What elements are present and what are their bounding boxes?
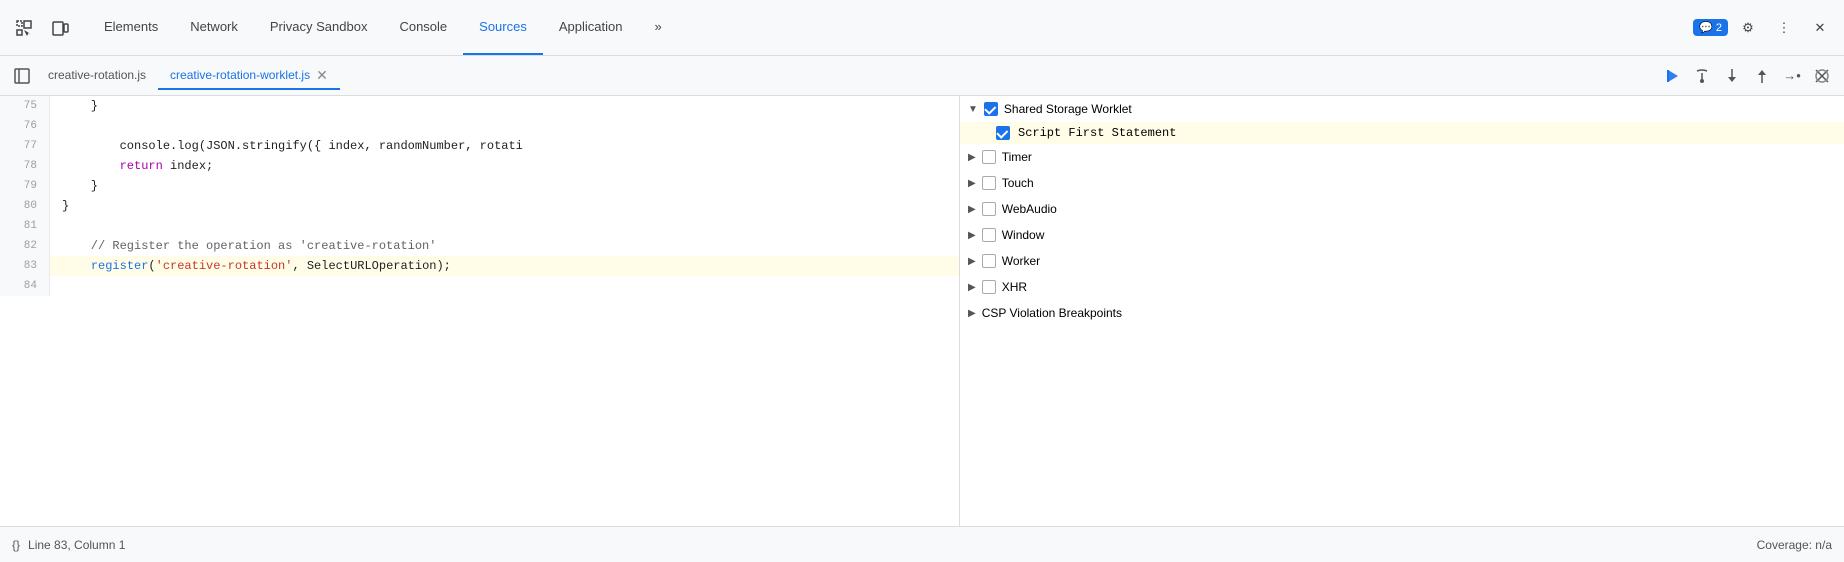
checkbox-webaudio[interactable] [982,202,996,216]
bp-category-csp-violation[interactable]: ▶ CSP Violation Breakpoints [960,300,1844,326]
bp-item-script-first-statement[interactable]: Script First Statement [960,122,1844,144]
tab-application[interactable]: Application [543,0,639,55]
debug-controls: →• [1658,62,1836,90]
expand-triangle-down: ▼ [968,104,978,115]
close-tab-btn[interactable]: ✕ [316,68,328,82]
expand-triangle-xhr: ▶ [968,282,976,293]
expand-triangle-touch: ▶ [968,178,976,189]
device-toggle-icon[interactable] [44,12,76,44]
code-line-76: 76 [0,116,959,136]
code-lines: 75 } 76 77 console.log(JSON.stringify({ … [0,96,959,296]
file-tab-creative-rotation-js[interactable]: creative-rotation.js [36,62,158,90]
close-icon[interactable]: ✕ [1804,12,1836,44]
expand-triangle-worker: ▶ [968,256,976,267]
file-tab-creative-rotation-worklet-js[interactable]: creative-rotation-worklet.js ✕ [158,62,340,90]
cursor-position: Line 83, Column 1 [28,538,125,552]
status-bar: {} Line 83, Column 1 Coverage: n/a [0,526,1844,562]
checkbox-shared-storage-worklet[interactable] [984,102,998,116]
right-panel: ▼ Shared Storage Worklet Script First St… [960,96,1844,526]
expand-triangle-timer: ▶ [968,152,976,163]
bp-category-window[interactable]: ▶ Window [960,222,1844,248]
tab-privacy-sandbox[interactable]: Privacy Sandbox [254,0,384,55]
code-line-82: 82 // Register the operation as 'creativ… [0,236,959,256]
step-out-btn[interactable] [1748,62,1776,90]
more-icon[interactable]: ⋮ [1768,12,1800,44]
bp-category-shared-storage-worklet[interactable]: ▼ Shared Storage Worklet [960,96,1844,122]
code-line-84: 84 [0,276,959,296]
tab-more[interactable]: » [638,0,677,55]
message-badge[interactable]: 💬 2 [1693,19,1728,36]
top-toolbar: Elements Network Privacy Sandbox Console… [0,0,1844,56]
checkbox-timer[interactable] [982,150,996,164]
inspect-icon[interactable] [8,12,40,44]
bp-category-worker[interactable]: ▶ Worker [960,248,1844,274]
code-line-77: 77 console.log(JSON.stringify({ index, r… [0,136,959,156]
expand-triangle-webaudio: ▶ [968,204,976,215]
code-line-79: 79 } [0,176,959,196]
bracket-icon: {} [12,538,20,552]
step-into-btn[interactable] [1718,62,1746,90]
step-btn[interactable]: →• [1778,62,1806,90]
tab-sources[interactable]: Sources [463,0,543,55]
checkbox-touch[interactable] [982,176,996,190]
message-icon: 💬 [1699,21,1713,34]
checkbox-xhr[interactable] [982,280,996,294]
main-content: 75 } 76 77 console.log(JSON.stringify({ … [0,96,1844,526]
code-panel: 75 } 76 77 console.log(JSON.stringify({ … [0,96,960,526]
bp-category-touch[interactable]: ▶ Touch [960,170,1844,196]
status-left: {} Line 83, Column 1 [12,538,125,552]
expand-triangle-csp: ▶ [968,308,976,319]
sidebar-toggle-btn[interactable] [8,62,36,90]
file-toolbar: creative-rotation.js creative-rotation-w… [0,56,1844,96]
step-over-btn[interactable] [1688,62,1716,90]
checkbox-script-first-statement[interactable] [996,126,1010,140]
expand-triangle-window: ▶ [968,230,976,241]
code-line-75: 75 } [0,96,959,116]
settings-icon[interactable]: ⚙ [1732,12,1764,44]
bp-category-xhr[interactable]: ▶ XHR [960,274,1844,300]
tab-elements[interactable]: Elements [88,0,174,55]
tab-network[interactable]: Network [174,0,254,55]
nav-tabs: Elements Network Privacy Sandbox Console… [88,0,1693,55]
code-line-80: 80 } [0,196,959,216]
status-right: Coverage: n/a [1757,538,1832,552]
deactivate-breakpoints-btn[interactable] [1808,62,1836,90]
code-line-81: 81 [0,216,959,236]
checkbox-worker[interactable] [982,254,996,268]
resume-btn[interactable] [1658,62,1686,90]
toolbar-right: 💬 2 ⚙ ⋮ ✕ [1693,12,1836,44]
bp-category-timer[interactable]: ▶ Timer [960,144,1844,170]
bp-category-webaudio[interactable]: ▶ WebAudio [960,196,1844,222]
code-line-78: 78 return index; [0,156,959,176]
code-line-83: 83 register('creative-rotation', SelectU… [0,256,959,276]
checkbox-window[interactable] [982,228,996,242]
coverage-status: Coverage: n/a [1757,538,1832,552]
devtools-icons [8,12,76,44]
tab-console[interactable]: Console [383,0,463,55]
